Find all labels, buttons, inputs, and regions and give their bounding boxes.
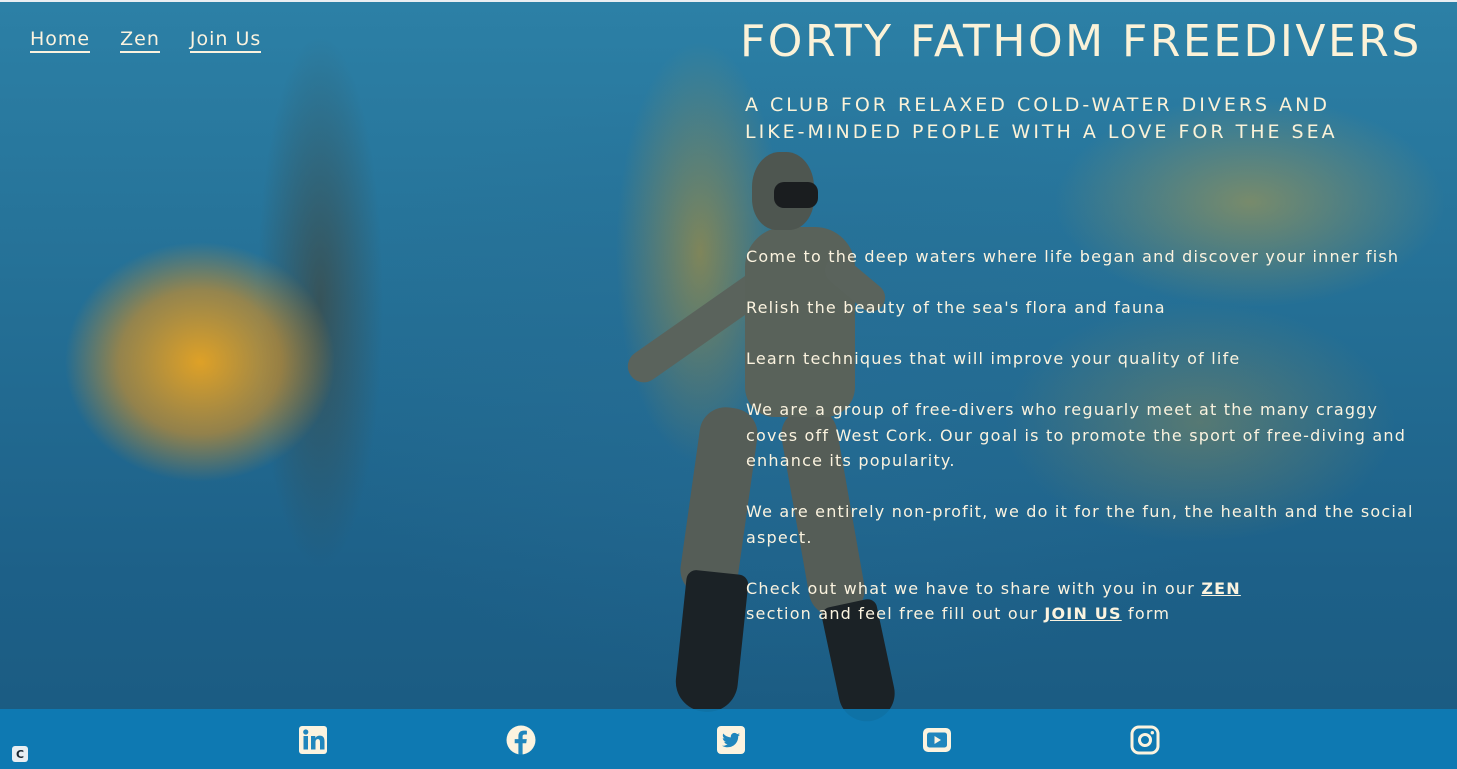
- cta-text-middle: section and feel free fill out our: [746, 604, 1039, 623]
- hero-background: Home Zen Join Us FORTY FATHOM FREEDIVERS…: [0, 0, 1457, 769]
- site-tagline: A CLUB FOR RELAXED COLD-WATER DIVERS AND…: [745, 92, 1385, 146]
- nav-link-join-us[interactable]: Join Us: [189, 28, 262, 53]
- corner-badge[interactable]: C: [12, 746, 28, 762]
- intro-paragraph-1: Come to the deep waters where life began…: [746, 247, 1400, 266]
- twitter-icon[interactable]: [716, 725, 746, 755]
- intro-paragraph-3: Learn techniques that will improve your …: [746, 349, 1241, 368]
- facebook-icon[interactable]: [506, 725, 536, 755]
- social-footer: [0, 709, 1457, 769]
- intro-paragraph-2: Relish the beauty of the sea's flora and…: [746, 298, 1166, 317]
- cta-text-after: form: [1128, 604, 1171, 623]
- intro-paragraph-6: Check out what we have to share with you…: [746, 576, 1436, 627]
- cta-text-before: Check out what we have to share with you…: [746, 578, 1196, 598]
- site-title: FORTY FATHOM FREEDIVERS: [740, 16, 1422, 67]
- zen-inline-link[interactable]: ZEN: [1201, 579, 1241, 598]
- nav-link-home[interactable]: Home: [30, 28, 91, 53]
- tagline-line-1: A CLUB FOR RELAXED COLD-WATER DIVERS AND: [745, 94, 1330, 116]
- linkedin-icon[interactable]: [298, 725, 328, 755]
- nav-link-zen[interactable]: Zen: [120, 28, 160, 53]
- youtube-icon[interactable]: [922, 725, 952, 755]
- join-us-inline-link[interactable]: JOIN US: [1044, 604, 1121, 623]
- tagline-line-2: LIKE-MINDED PEOPLE WITH A LOVE FOR THE S…: [745, 121, 1338, 143]
- intro-paragraph-4: We are a group of free-divers who reguar…: [746, 400, 1407, 470]
- main-nav: Home Zen Join Us: [30, 28, 262, 53]
- instagram-icon[interactable]: [1130, 725, 1160, 755]
- intro-content: Come to the deep waters where life began…: [746, 244, 1436, 652]
- intro-paragraph-5: We are entirely non-profit, we do it for…: [746, 502, 1414, 547]
